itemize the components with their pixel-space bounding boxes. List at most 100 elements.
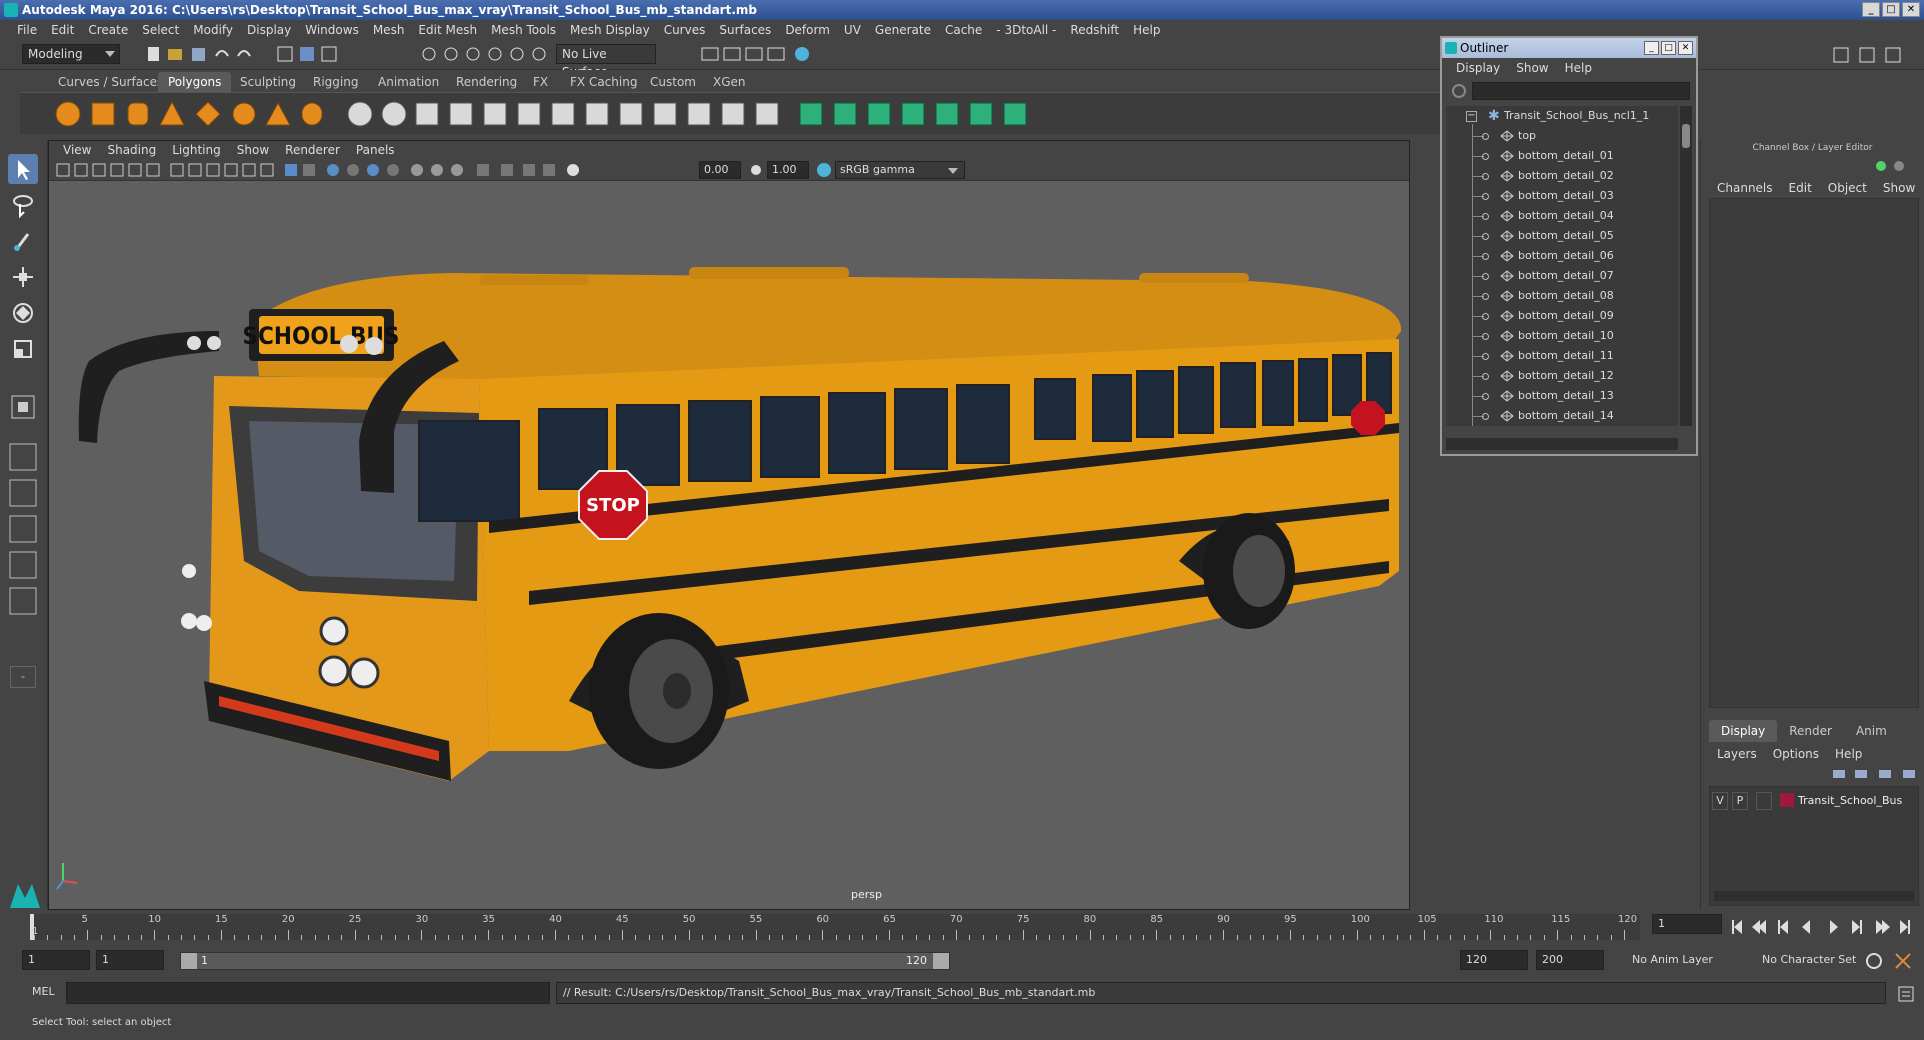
move-tool[interactable] bbox=[8, 262, 38, 292]
outliner-item[interactable]: top bbox=[1446, 126, 1678, 146]
collapse-icon[interactable]: − bbox=[1466, 111, 1477, 122]
menu-display[interactable]: Display bbox=[240, 23, 298, 37]
le-menu-layers[interactable]: Layers bbox=[1709, 744, 1765, 764]
menu-surfaces[interactable]: Surfaces bbox=[712, 23, 778, 37]
outliner-menu-display[interactable]: Display bbox=[1448, 58, 1508, 78]
live-surface-field[interactable]: No Live Surface bbox=[556, 44, 656, 79]
lasso-tool[interactable] bbox=[8, 190, 38, 220]
outliner-close-button[interactable]: ✕ bbox=[1678, 41, 1693, 55]
end-time-field[interactable]: 200 bbox=[1536, 950, 1604, 970]
cb-menu-edit[interactable]: Edit bbox=[1781, 178, 1820, 198]
script-editor-icon[interactable] bbox=[1896, 984, 1916, 1004]
minimize-button[interactable]: _ bbox=[1862, 2, 1880, 17]
outliner-item[interactable]: bottom_detail_04 bbox=[1446, 206, 1678, 226]
auto-key-icons[interactable] bbox=[1862, 950, 1922, 972]
close-button[interactable]: ✕ bbox=[1902, 2, 1920, 17]
polygon-shelf-icons[interactable] bbox=[50, 97, 1150, 131]
tab-display[interactable]: Display bbox=[1709, 720, 1778, 742]
outliner-item[interactable]: bottom_detail_01 bbox=[1446, 146, 1678, 166]
layer-hscroll[interactable] bbox=[1714, 891, 1914, 901]
tab-polygons[interactable]: Polygons bbox=[158, 72, 232, 92]
vp-menu-renderer[interactable]: Renderer bbox=[277, 141, 348, 159]
tab-custom[interactable]: Custom bbox=[640, 72, 706, 92]
layer-visibility-toggle[interactable]: V bbox=[1712, 792, 1728, 810]
start-time-field[interactable]: 1 bbox=[22, 950, 90, 970]
script-mode-label[interactable]: MEL bbox=[32, 985, 55, 998]
range-start-handle[interactable] bbox=[181, 953, 197, 969]
layer-playback-toggle[interactable]: P bbox=[1732, 792, 1748, 810]
outliner-item[interactable]: bottom_detail_03 bbox=[1446, 186, 1678, 206]
anim-layer-dropdown[interactable]: No Anim Layer bbox=[1626, 950, 1744, 970]
tab-render[interactable]: Render bbox=[1777, 720, 1844, 742]
tab-fx-caching[interactable]: FX Caching bbox=[560, 72, 647, 92]
menu-mesh[interactable]: Mesh bbox=[366, 23, 412, 37]
channel-box-toggle-icons[interactable] bbox=[1871, 158, 1921, 174]
color-space-dropdown[interactable]: sRGB gamma bbox=[835, 161, 965, 179]
last-tool-icon[interactable] bbox=[8, 392, 38, 422]
tab-sculpting[interactable]: Sculpting bbox=[230, 72, 306, 92]
cb-menu-show[interactable]: Show bbox=[1875, 178, 1923, 198]
tab-fx[interactable]: FX bbox=[523, 72, 558, 92]
menu-generate[interactable]: Generate bbox=[868, 23, 938, 37]
menu-mesh-tools[interactable]: Mesh Tools bbox=[484, 23, 563, 37]
gamma-field[interactable]: 1.00 bbox=[767, 161, 809, 179]
vp-menu-view[interactable]: View bbox=[55, 141, 99, 159]
outliner-search-input[interactable] bbox=[1472, 82, 1690, 100]
tab-rigging[interactable]: Rigging bbox=[303, 72, 368, 92]
layer-list[interactable]: V P Transit_School_Bus bbox=[1709, 786, 1919, 906]
range-end-handle[interactable] bbox=[933, 953, 949, 969]
character-set-dropdown[interactable]: No Character Set bbox=[1756, 950, 1874, 970]
menu-file[interactable]: File bbox=[10, 23, 44, 37]
outliner-item[interactable]: bottom_detail_05 bbox=[1446, 226, 1678, 246]
maximize-button[interactable]: □ bbox=[1882, 2, 1900, 17]
file-scene-icons[interactable] bbox=[146, 44, 416, 66]
menu-3dtoall[interactable]: - 3DtoAll - bbox=[989, 23, 1063, 37]
outliner-menu-show[interactable]: Show bbox=[1508, 58, 1556, 78]
channel-box-area[interactable] bbox=[1709, 198, 1919, 708]
outliner-menu-help[interactable]: Help bbox=[1557, 58, 1600, 78]
paint-select-tool[interactable] bbox=[8, 226, 38, 256]
playback-start-field[interactable]: 1 bbox=[96, 950, 164, 970]
vp-menu-shading[interactable]: Shading bbox=[99, 141, 164, 159]
scale-tool[interactable] bbox=[8, 334, 38, 364]
le-menu-options[interactable]: Options bbox=[1765, 744, 1827, 764]
current-frame-field[interactable]: 1 bbox=[1652, 914, 1722, 934]
menu-uv[interactable]: UV bbox=[837, 23, 868, 37]
workspace-icons[interactable] bbox=[1830, 44, 1920, 66]
outliner-list[interactable]: − ✱ Transit_School_Bus_ncl1_1 top bottom_… bbox=[1446, 106, 1678, 426]
outliner-filter-icon[interactable] bbox=[1450, 82, 1468, 100]
layer-action-icons[interactable] bbox=[1831, 766, 1921, 782]
menu-redshift[interactable]: Redshift bbox=[1063, 23, 1126, 37]
viewport-toolbar-icons[interactable] bbox=[53, 161, 693, 179]
layout-icons[interactable] bbox=[8, 440, 38, 640]
layer-row[interactable]: V P Transit_School_Bus bbox=[1710, 791, 1918, 811]
snap-icons[interactable] bbox=[420, 44, 552, 66]
outliner-item[interactable]: bottom_detail_12 bbox=[1446, 366, 1678, 386]
menu-windows[interactable]: Windows bbox=[298, 23, 366, 37]
outliner-item[interactable]: bottom_detail_09 bbox=[1446, 306, 1678, 326]
menu-edit[interactable]: Edit bbox=[44, 23, 81, 37]
menu-cache[interactable]: Cache bbox=[938, 23, 989, 37]
menu-edit-mesh[interactable]: Edit Mesh bbox=[411, 23, 484, 37]
menu-select[interactable]: Select bbox=[135, 23, 186, 37]
toolbox-more-button[interactable]: - bbox=[10, 666, 36, 688]
select-tool[interactable] bbox=[8, 154, 38, 184]
le-menu-help[interactable]: Help bbox=[1827, 744, 1870, 764]
playback-end-field[interactable]: 120 bbox=[1460, 950, 1528, 970]
outliner-item[interactable]: bottom_detail_07 bbox=[1446, 266, 1678, 286]
layer-color-swatch[interactable] bbox=[1780, 793, 1794, 807]
outliner-item[interactable]: bottom_detail_02 bbox=[1446, 166, 1678, 186]
outliner-hscroll[interactable] bbox=[1446, 438, 1678, 450]
vp-menu-show[interactable]: Show bbox=[229, 141, 277, 159]
tab-rendering[interactable]: Rendering bbox=[446, 72, 527, 92]
menu-deform[interactable]: Deform bbox=[778, 23, 837, 37]
outliner-item[interactable]: bottom_detail_08 bbox=[1446, 286, 1678, 306]
timeline[interactable]: 1 5 10 15 20 25 30 35 40 45 50 55 60 65 70 75 80 85 90 95 1… bbox=[30, 914, 1640, 940]
tab-xgen[interactable]: XGen bbox=[703, 72, 756, 92]
playback-controls[interactable] bbox=[1730, 916, 1920, 938]
menu-create[interactable]: Create bbox=[81, 23, 135, 37]
outliner-vscroll[interactable] bbox=[1680, 106, 1692, 426]
menu-curves[interactable]: Curves bbox=[657, 23, 713, 37]
outliner-root-item[interactable]: − ✱ Transit_School_Bus_ncl1_1 bbox=[1446, 106, 1678, 126]
menu-help[interactable]: Help bbox=[1126, 23, 1167, 37]
